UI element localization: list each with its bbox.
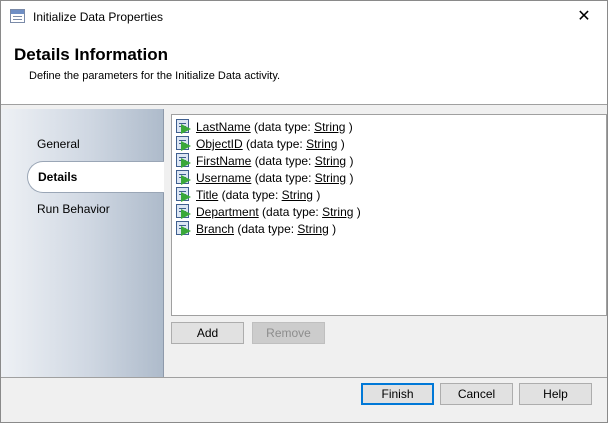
nav-item-details[interactable]: Details bbox=[27, 161, 164, 193]
nav-item-general[interactable]: General bbox=[37, 137, 80, 151]
type-suffix: ) bbox=[356, 205, 361, 219]
type-suffix: ) bbox=[348, 120, 353, 134]
title-bar: Initialize Data Properties ✕ bbox=[1, 1, 607, 32]
close-icon: ✕ bbox=[577, 8, 591, 25]
workflow-data-icon bbox=[176, 153, 192, 168]
type-prefix: (data type: bbox=[246, 137, 303, 151]
type-suffix: ) bbox=[316, 188, 321, 202]
type-suffix: ) bbox=[349, 154, 354, 168]
workflow-data-icon bbox=[176, 204, 192, 219]
properties-icon bbox=[10, 9, 25, 23]
list-item[interactable]: Title (data type: String ) bbox=[176, 187, 320, 203]
page-title: Details Information bbox=[14, 45, 168, 64]
dialog-window: Initialize Data Properties ✕ Details Inf… bbox=[0, 0, 608, 423]
cancel-button[interactable]: Cancel bbox=[440, 383, 513, 405]
attribute-type[interactable]: String bbox=[322, 205, 353, 219]
type-prefix: (data type: bbox=[254, 154, 312, 168]
workflow-data-icon bbox=[176, 136, 192, 151]
attribute-name[interactable]: ObjectID bbox=[196, 137, 243, 151]
list-item[interactable]: FirstName (data type: String ) bbox=[176, 153, 353, 169]
remove-button[interactable]: Remove bbox=[252, 322, 325, 344]
window-title: Initialize Data Properties bbox=[33, 10, 164, 24]
list-item[interactable]: LastName (data type: String ) bbox=[176, 119, 353, 135]
attribute-name[interactable]: LastName bbox=[196, 120, 251, 134]
page-header: Details Information Define the parameter… bbox=[1, 32, 607, 105]
list-item[interactable]: Department (data type: String ) bbox=[176, 204, 361, 220]
attribute-type[interactable]: String bbox=[297, 222, 328, 236]
attribute-name[interactable]: Department bbox=[196, 205, 259, 219]
attribute-type[interactable]: String bbox=[282, 188, 313, 202]
type-prefix: (data type: bbox=[237, 222, 295, 236]
close-button[interactable]: ✕ bbox=[561, 1, 607, 32]
type-prefix: (data type: bbox=[254, 120, 311, 134]
attribute-type[interactable]: String bbox=[306, 137, 337, 151]
type-prefix: (data type: bbox=[262, 205, 319, 219]
list-item[interactable]: Username (data type: String ) bbox=[176, 170, 353, 186]
type-suffix: ) bbox=[332, 222, 337, 236]
workflow-data-icon bbox=[176, 119, 192, 134]
workflow-data-icon bbox=[176, 187, 192, 202]
page-subtitle: Define the parameters for the Initialize… bbox=[29, 70, 281, 82]
attribute-name[interactable]: Username bbox=[196, 171, 251, 185]
attribute-type[interactable]: String bbox=[315, 171, 346, 185]
nav-item-run-behavior[interactable]: Run Behavior bbox=[37, 202, 110, 216]
type-prefix: (data type: bbox=[221, 188, 279, 202]
help-button[interactable]: Help bbox=[519, 383, 592, 405]
attribute-type[interactable]: String bbox=[314, 120, 345, 134]
attribute-name[interactable]: Branch bbox=[196, 222, 234, 236]
type-prefix: (data type: bbox=[254, 171, 312, 185]
attribute-name[interactable]: FirstName bbox=[196, 154, 251, 168]
footer-divider bbox=[1, 377, 607, 378]
workflow-data-icon bbox=[176, 221, 192, 236]
finish-button[interactable]: Finish bbox=[361, 383, 434, 405]
list-item[interactable]: Branch (data type: String ) bbox=[176, 221, 336, 237]
type-suffix: ) bbox=[340, 137, 345, 151]
attributes-list[interactable]: LastName (data type: String ) ObjectID (… bbox=[171, 114, 607, 316]
add-button[interactable]: Add bbox=[171, 322, 244, 344]
attribute-name[interactable]: Title bbox=[196, 188, 218, 202]
workflow-data-icon bbox=[176, 170, 192, 185]
list-item[interactable]: ObjectID (data type: String ) bbox=[176, 136, 345, 152]
attribute-type[interactable]: String bbox=[315, 154, 346, 168]
sidebar-nav: General Details Run Behavior bbox=[1, 109, 164, 377]
type-suffix: ) bbox=[349, 171, 354, 185]
